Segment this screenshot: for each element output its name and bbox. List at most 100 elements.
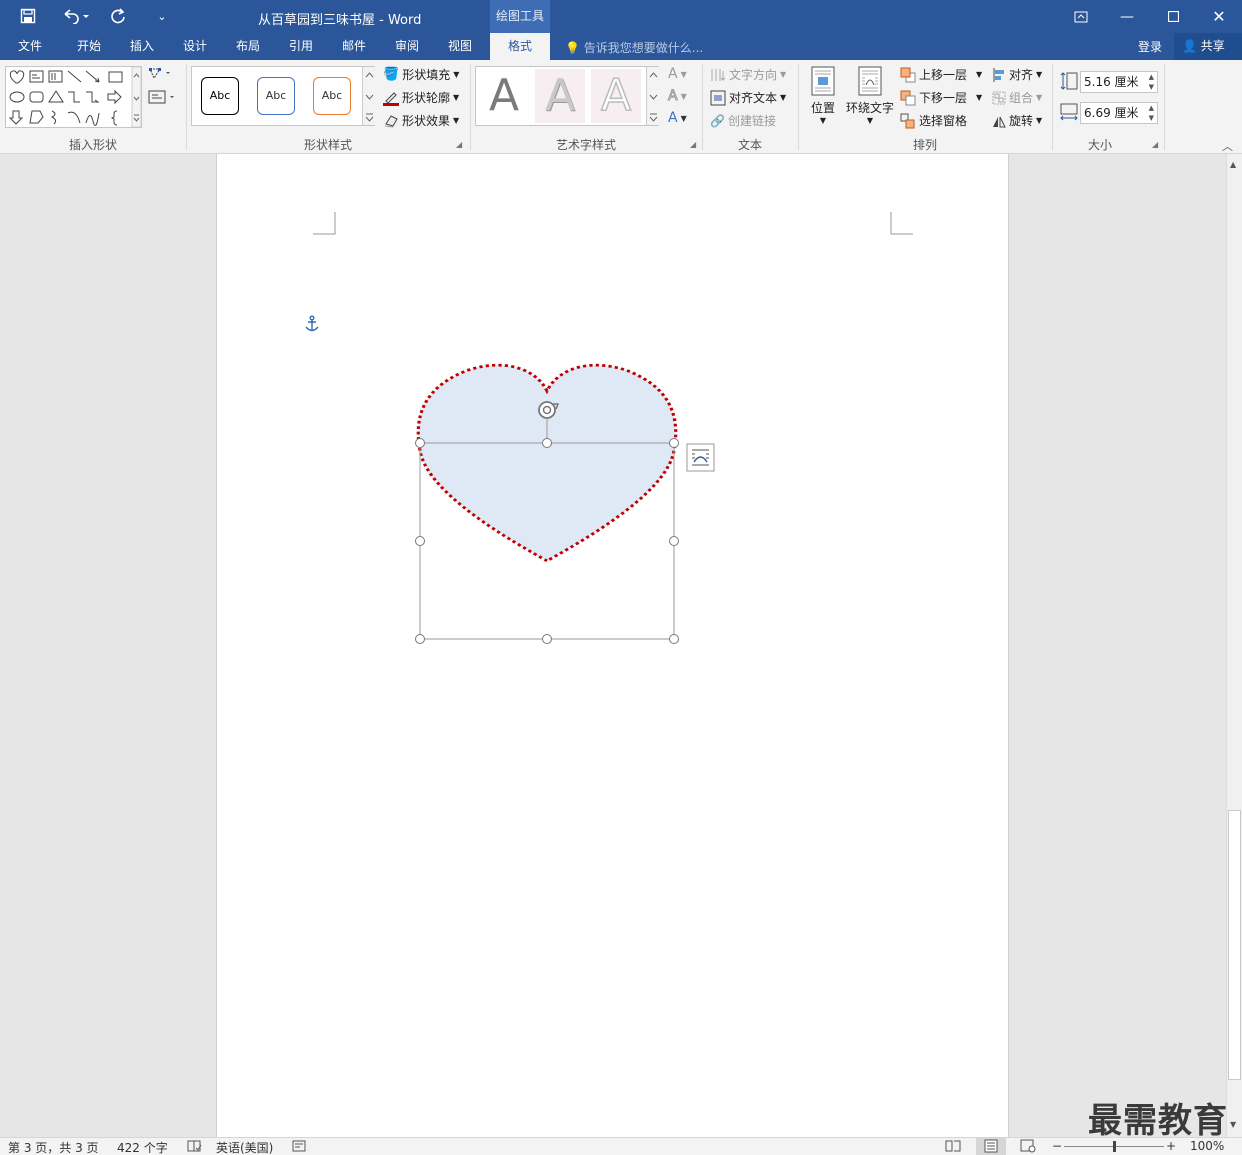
tab-format[interactable]: 格式	[490, 33, 550, 60]
align-label: 对齐	[1009, 68, 1034, 82]
wordart-style-gray[interactable]: A	[479, 69, 529, 123]
resize-handle[interactable]	[542, 634, 552, 644]
shape-style-gallery[interactable]: Abc Abc Abc	[191, 66, 375, 126]
group-label-wordart-styles: 艺术字样式	[555, 138, 616, 152]
shape-gallery-icons[interactable]	[6, 66, 142, 128]
height-control	[1060, 71, 1078, 91]
tab-file[interactable]: 文件	[4, 33, 56, 60]
collapse-ribbon-icon[interactable]: ︿	[1222, 138, 1233, 154]
zoom-out-icon[interactable]: −	[1052, 1139, 1062, 1153]
read-mode-icon[interactable]	[945, 1139, 961, 1155]
wrap-text-button[interactable]: 环绕文字 ▼	[844, 66, 896, 125]
create-link-button[interactable]: 🔗 创建链接	[710, 112, 776, 129]
resize-handle[interactable]	[415, 634, 425, 644]
word-count[interactable]: 422 个字	[117, 1139, 168, 1155]
resize-handle[interactable]	[415, 536, 425, 546]
shape-height-icon	[1060, 72, 1078, 90]
align-text-button[interactable]: 对齐文本 ▼	[710, 89, 786, 106]
group-button[interactable]: 组合 ▼	[992, 89, 1042, 106]
rotate-button[interactable]: 旋转 ▼	[992, 112, 1042, 129]
margin-corner-top-right	[890, 212, 913, 235]
minimize-icon[interactable]: —	[1104, 0, 1150, 33]
chevron-down-icon: ▼	[453, 70, 460, 79]
save-icon[interactable]	[16, 6, 40, 26]
tab-layout[interactable]: 布局	[223, 33, 273, 60]
tab-design[interactable]: 设计	[170, 33, 220, 60]
dialog-launcher-icon[interactable]: ◢	[690, 140, 696, 149]
group-separator	[1164, 64, 1165, 150]
tell-me-search[interactable]: 💡 告诉我您想要做什么...	[565, 39, 703, 56]
shape-fill-button[interactable]: 🪣 形状填充 ▼	[383, 66, 459, 83]
proofing-icon[interactable]	[186, 1139, 202, 1155]
title-bar: ⌄ 从百草园到三味书屋 - Word 绘图工具 — ✕	[0, 0, 1242, 33]
print-layout-icon[interactable]	[976, 1138, 1006, 1155]
scrollbar-thumb[interactable]	[1228, 810, 1241, 1080]
resize-handle[interactable]	[669, 536, 679, 546]
shape-effects-button[interactable]: 形状效果 ▼	[383, 112, 459, 129]
shape-outline-button[interactable]: 形状轮廓 ▼	[383, 89, 459, 106]
customize-qa-icon[interactable]: ⌄	[152, 6, 172, 26]
wordart-style-outline[interactable]: A	[591, 69, 641, 123]
shape-height-input[interactable]: 5.16 厘米 ▲ ▼	[1080, 71, 1158, 93]
align-text-icon	[710, 90, 726, 105]
share-button[interactable]: 👤 共享	[1174, 33, 1242, 60]
edit-shape-button[interactable]	[148, 66, 172, 82]
spinner-icon[interactable]: ▲ ▼	[1149, 72, 1154, 92]
page-count[interactable]: 第 3 页，共 3 页	[8, 1139, 99, 1155]
align-button[interactable]: 对齐 ▼	[992, 66, 1042, 83]
resize-handle[interactable]	[669, 634, 679, 644]
scroll-up-icon[interactable]: ▲	[1230, 160, 1236, 169]
text-effects-button[interactable]: A ▼	[668, 110, 687, 126]
web-layout-icon[interactable]	[1020, 1139, 1036, 1155]
heart-shape[interactable]	[416, 363, 678, 563]
dialog-launcher-icon[interactable]: ◢	[1152, 140, 1158, 149]
chevron-down-icon: ▼	[780, 93, 787, 102]
spinner-icon[interactable]: ▲ ▼	[1149, 103, 1154, 123]
language-indicator[interactable]: 英语(美国)	[216, 1139, 273, 1155]
zoom-slider-thumb[interactable]	[1112, 1141, 1116, 1152]
scroll-down-icon[interactable]: ▼	[1230, 1120, 1236, 1129]
dialog-launcher-icon[interactable]: ◢	[456, 140, 462, 149]
text-direction-button[interactable]: 文字方向 ▼	[710, 66, 786, 83]
maximize-icon[interactable]	[1150, 0, 1196, 33]
document-page[interactable]	[216, 154, 1009, 1137]
resize-handle[interactable]	[542, 438, 552, 448]
wordart-style-scroll[interactable]	[646, 67, 659, 125]
tab-review[interactable]: 审阅	[382, 33, 432, 60]
shape-gallery[interactable]	[5, 66, 142, 128]
ribbon-display-icon[interactable]	[1058, 0, 1104, 33]
redo-icon[interactable]	[106, 6, 130, 26]
send-backward-label: 下移一层	[919, 91, 968, 105]
position-button[interactable]: 位置 ▼	[806, 66, 840, 125]
tab-home[interactable]: 开始	[64, 33, 114, 60]
shape-style-orange[interactable]: Abc	[313, 77, 351, 115]
bring-forward-button[interactable]: 上移一层 ▼	[900, 66, 982, 83]
tab-mailings[interactable]: 邮件	[329, 33, 379, 60]
tab-view[interactable]: 视图	[435, 33, 485, 60]
paint-bucket-icon: 🪣	[383, 67, 400, 82]
shape-style-scroll[interactable]	[362, 67, 375, 125]
text-fill-button[interactable]: A ▼	[668, 66, 687, 82]
document-title: 从百草园到三味书屋 - Word	[258, 13, 422, 28]
text-box-icon	[148, 90, 174, 104]
login-link[interactable]: 登录	[1138, 38, 1162, 55]
align-text-label: 对齐文本	[729, 91, 778, 105]
selection-pane-button[interactable]: 选择窗格	[900, 112, 967, 129]
text-outline-button[interactable]: A ▼	[668, 88, 687, 105]
layout-options-icon[interactable]	[686, 443, 715, 472]
send-backward-button[interactable]: 下移一层 ▼	[900, 89, 982, 106]
undo-icon[interactable]	[58, 6, 94, 26]
tab-references[interactable]: 引用	[276, 33, 326, 60]
shape-style-black[interactable]: Abc	[201, 77, 239, 115]
wordart-gallery[interactable]: A A A	[475, 66, 659, 126]
vertical-scrollbar[interactable]: ▲ ▼	[1226, 154, 1242, 1137]
macro-icon[interactable]	[292, 1139, 306, 1155]
shape-style-blue[interactable]: Abc	[257, 77, 295, 115]
resize-handle[interactable]	[669, 438, 679, 448]
text-box-button[interactable]	[148, 89, 176, 105]
shape-width-input[interactable]: 6.69 厘米 ▲ ▼	[1080, 102, 1158, 124]
wordart-style-shadow[interactable]: A	[535, 69, 585, 123]
tab-insert[interactable]: 插入	[117, 33, 167, 60]
resize-handle[interactable]	[415, 438, 425, 448]
close-icon[interactable]: ✕	[1196, 0, 1242, 33]
